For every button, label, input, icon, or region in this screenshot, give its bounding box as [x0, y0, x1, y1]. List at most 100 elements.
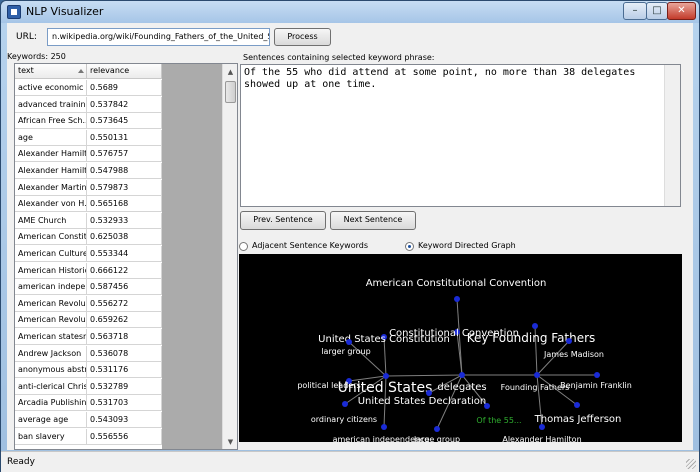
table-row[interactable]: advanced training 0.537842 [15, 96, 162, 113]
keyword-relevance-cell[interactable]: 0.659262 [87, 312, 162, 329]
graph-node-label[interactable]: American Constitutional Convention [366, 278, 547, 289]
table-row[interactable]: anonymous abstr... 0.531176 [15, 362, 162, 379]
keyword-relevance-cell[interactable]: 0.556556 [87, 428, 162, 445]
keyword-relevance-cell[interactable]: 0.573645 [87, 113, 162, 130]
resize-grip-icon[interactable] [686, 459, 696, 469]
table-row[interactable]: ban slavery 0.556556 [15, 428, 162, 445]
table-row[interactable]: Andrew Jackson 0.536078 [15, 345, 162, 362]
prev-sentence-button[interactable]: Prev. Sentence [240, 211, 326, 230]
table-row[interactable]: American Revolu... 0.659262 [15, 312, 162, 329]
graph-node-jm[interactable] [566, 338, 572, 344]
keyword-relevance-cell[interactable]: 0.543093 [87, 412, 162, 428]
keyword-text-cell[interactable]: american indepe... [15, 279, 87, 296]
keyword-relevance-cell[interactable]: 0.563718 [87, 329, 162, 345]
table-row[interactable]: anti-clerical Christ...0.532789 [15, 378, 162, 395]
table-row[interactable]: African Free Sch... 0.573645 [15, 113, 162, 130]
keyword-text-cell[interactable]: average age [15, 412, 87, 428]
close-icon[interactable]: ✕ [667, 2, 696, 20]
keyword-text-cell[interactable]: ban slavery [15, 428, 87, 445]
keyword-text-cell[interactable]: American Revolu... [15, 312, 87, 329]
table-row[interactable]: Arcadia Publishing 0.531703 [15, 395, 162, 412]
keyword-text-cell[interactable]: African Free Sch... [15, 113, 87, 130]
table-row[interactable]: American Revolu... 0.556272 [15, 295, 162, 312]
keyword-text-cell[interactable]: American statesm... [15, 329, 87, 345]
keyword-relevance-cell[interactable]: 0.553344 [87, 246, 162, 262]
graph-node-acc[interactable] [454, 296, 460, 302]
keyword-relevance-cell[interactable]: 0.537842 [87, 96, 162, 113]
graph-node-tj[interactable] [574, 402, 580, 408]
scroll-down-icon[interactable]: ▼ [223, 434, 237, 449]
keyword-relevance-cell[interactable]: 0.579873 [87, 179, 162, 196]
keyword-text-cell[interactable]: Arcadia Publishing [15, 395, 87, 412]
graph-node-label[interactable]: United States Declaration [358, 396, 487, 407]
keyword-relevance-cell[interactable]: 0.565168 [87, 196, 162, 213]
keyword-relevance-cell[interactable]: 0.556272 [87, 295, 162, 312]
keywords-scrollbar[interactable]: ▲ ▼ [222, 64, 237, 449]
next-sentence-button[interactable]: Next Sentence [330, 211, 416, 230]
keyword-text-cell[interactable]: American Constit... [15, 229, 87, 246]
graph-node-label[interactable]: Alexander Hamilton [502, 435, 581, 442]
table-row[interactable]: AME Church 0.532933 [15, 212, 162, 229]
keyword-relevance-cell[interactable]: 0.5689 [87, 80, 162, 96]
table-row[interactable]: average age 0.543093 [15, 412, 162, 428]
keyword-relevance-cell[interactable]: 0.550131 [87, 129, 162, 146]
table-row[interactable]: Alexander von H... 0.565168 [15, 196, 162, 213]
sentences-textbox[interactable]: Of the 55 who did attend at some point, … [240, 64, 681, 207]
keyword-text-cell[interactable]: active economic ... [15, 80, 87, 96]
keywords-table[interactable]: text relevance active economic ... 0.5689… [14, 63, 238, 450]
graph-node-lg[interactable] [346, 339, 352, 345]
keyword-relevance-cell[interactable]: 0.547988 [87, 163, 162, 179]
table-row[interactable]: American Culture 0.553344 [15, 246, 162, 262]
minimize-icon[interactable]: – [623, 2, 647, 20]
sentences-scrollbar[interactable] [664, 65, 680, 206]
graph-node-us[interactable] [383, 373, 389, 379]
keyword-text-cell[interactable]: age [15, 129, 87, 146]
graph-node-bf[interactable] [594, 372, 600, 378]
table-row[interactable]: active economic ... 0.5689 [15, 80, 162, 96]
graph-node-ai[interactable] [381, 424, 387, 430]
graph-node-ff[interactable] [534, 372, 540, 378]
keyword-text-cell[interactable]: Alexander Martin [15, 179, 87, 196]
graph-node-label[interactable]: ordinary citizens [311, 415, 377, 424]
keyword-relevance-cell[interactable]: 0.587456 [87, 279, 162, 296]
keyword-text-cell[interactable]: anonymous abstr... [15, 362, 87, 379]
keyword-relevance-cell[interactable]: 0.625038 [87, 229, 162, 246]
graph-node-label[interactable]: Founding Fathers [501, 383, 570, 392]
column-header-relevance[interactable]: relevance [87, 64, 162, 79]
graph-node-label[interactable]: delegates [437, 382, 486, 393]
graph-node-label[interactable]: larger group [321, 347, 370, 356]
keyword-text-cell[interactable]: AME Church [15, 212, 87, 229]
graph-node-label[interactable]: Key Founding Fathers [467, 331, 596, 345]
graph-node-oc[interactable] [342, 401, 348, 407]
keyword-text-cell[interactable]: advanced training [15, 96, 87, 113]
keyword-text-cell[interactable]: Alexander Hamilton [15, 146, 87, 163]
graph-node-label[interactable]: James Madison [543, 350, 604, 359]
keyword-text-cell[interactable]: Alexander Hamilt... [15, 163, 87, 179]
keyword-text-cell[interactable]: American Historic... [15, 262, 87, 279]
graph-node-ah[interactable] [539, 424, 545, 430]
graph-node-label[interactable]: United States [338, 380, 433, 396]
maximize-icon[interactable]: □ [646, 2, 668, 20]
graph-node-label[interactable]: Thomas Jefferson [534, 414, 622, 425]
table-row[interactable]: Alexander Hamilton0.576757 [15, 146, 162, 163]
keyword-text-cell[interactable]: American Culture [15, 246, 87, 262]
table-row[interactable]: Alexander Hamilt...0.547988 [15, 163, 162, 179]
title-bar[interactable]: NLP Visualizer – □ ✕ [1, 1, 699, 23]
keyword-text-cell[interactable]: Andrew Jackson [15, 345, 87, 362]
scroll-up-icon[interactable]: ▲ [223, 64, 237, 80]
keyword-text-cell[interactable]: American Revolu... [15, 295, 87, 312]
table-row[interactable]: american indepe... 0.587456 [15, 279, 162, 296]
graph-node-sent[interactable] [484, 403, 490, 409]
keyword-relevance-cell[interactable]: 0.531176 [87, 362, 162, 379]
keyword-relevance-cell[interactable]: 0.532789 [87, 378, 162, 395]
graph-node-label[interactable]: large group [414, 435, 460, 442]
graph-node-label[interactable]: Benjamin Franklin [560, 381, 632, 390]
graph-node-lgb[interactable] [434, 426, 440, 432]
graph-node-del[interactable] [459, 372, 465, 378]
table-row[interactable]: American statesm...0.563718 [15, 329, 162, 345]
table-row[interactable]: age 0.550131 [15, 129, 162, 146]
table-row[interactable]: American Historic...0.666122 [15, 262, 162, 279]
keyword-relevance-cell[interactable]: 0.532933 [87, 212, 162, 229]
keyword-graph[interactable]: American Constitutional Convention United… [239, 254, 682, 442]
keyword-relevance-cell[interactable]: 0.536078 [87, 345, 162, 362]
